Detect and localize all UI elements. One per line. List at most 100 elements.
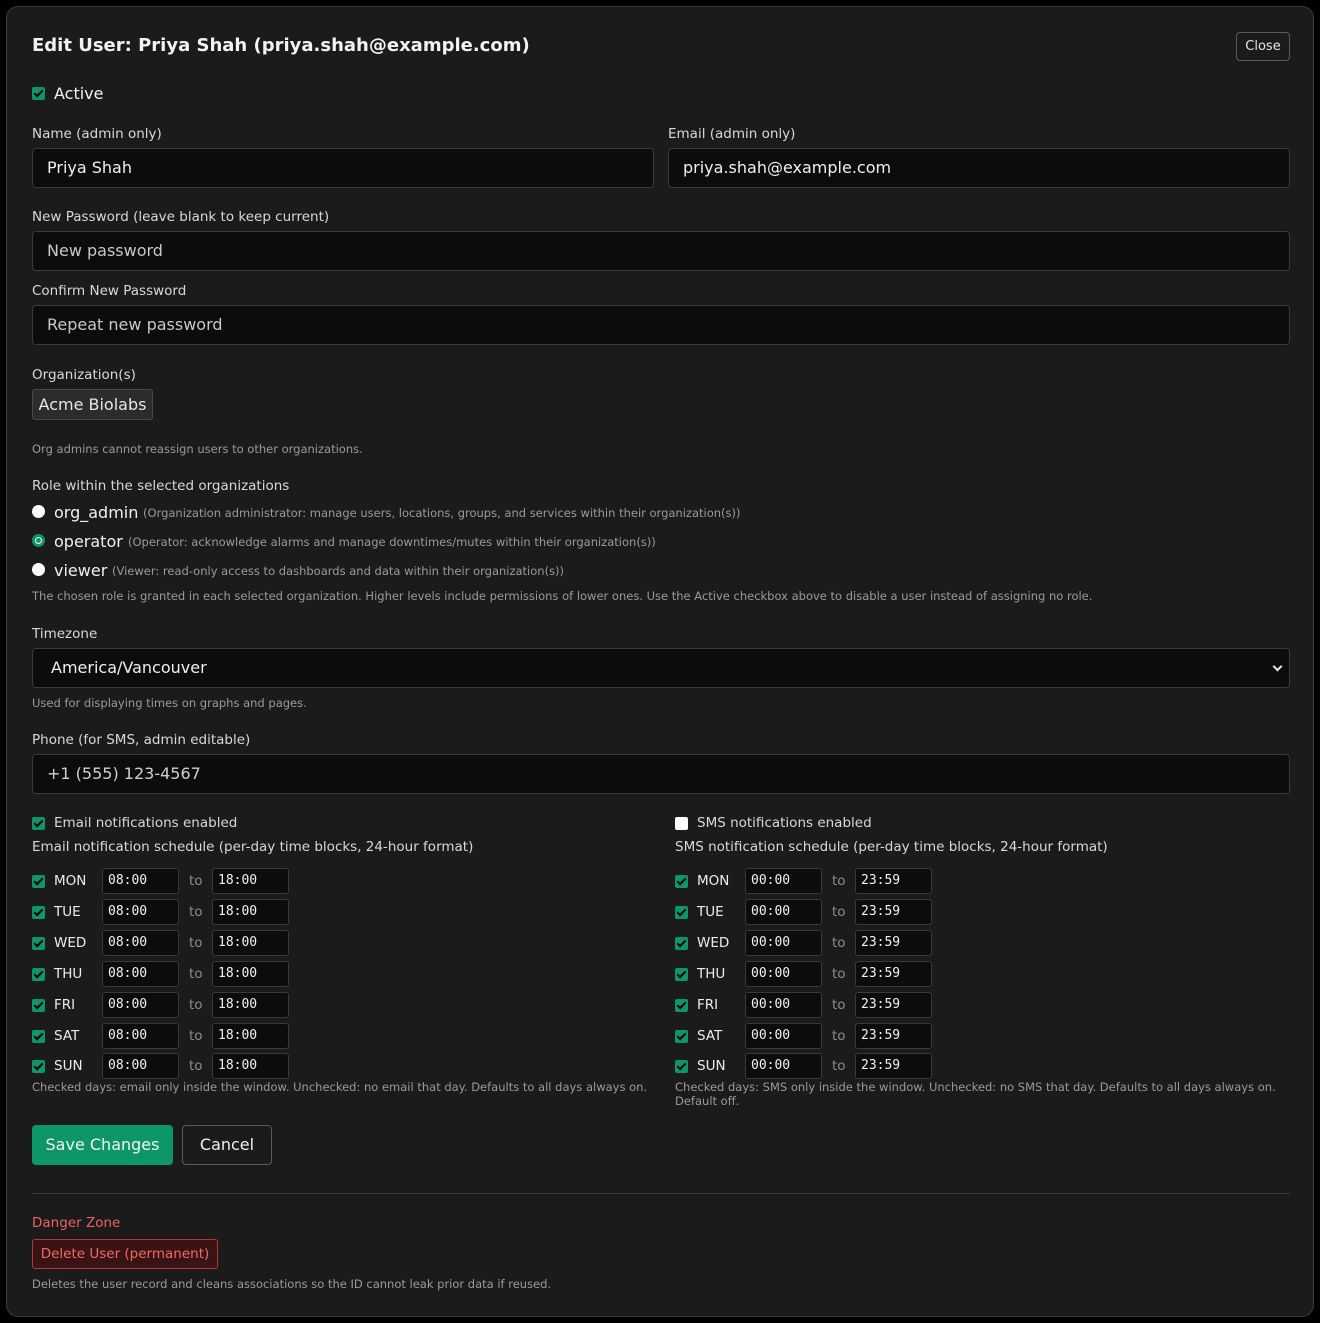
sms-to-label: to bbox=[832, 966, 846, 982]
email-day-label: THU bbox=[54, 966, 83, 982]
email-day-checkbox[interactable] bbox=[32, 999, 45, 1012]
email-notifications-checkbox[interactable] bbox=[32, 817, 45, 830]
email-from-time-input[interactable]: 08:00 bbox=[102, 930, 179, 956]
sms-from-time-input[interactable]: 00:00 bbox=[745, 1023, 822, 1049]
sms-to-label: to bbox=[832, 1028, 846, 1044]
sms-to-time-input[interactable]: 23:59 bbox=[855, 961, 932, 987]
active-label: Active bbox=[54, 84, 104, 103]
email-day-label: WED bbox=[54, 935, 87, 951]
sms-day-checkbox[interactable] bbox=[675, 875, 688, 888]
sms-from-time-input[interactable]: 00:00 bbox=[745, 1053, 822, 1079]
sms-day-checkbox[interactable] bbox=[675, 937, 688, 950]
sms-day-checkbox[interactable] bbox=[675, 1060, 688, 1073]
sms-from-time-input[interactable]: 00:00 bbox=[745, 899, 822, 925]
email-day-label: SUN bbox=[54, 1058, 83, 1074]
sms-to-label: to bbox=[832, 997, 846, 1013]
phone-input[interactable]: +1 (555) 123-4567 bbox=[32, 754, 1290, 794]
phone-label: Phone (for SMS, admin editable) bbox=[32, 732, 251, 748]
timezone-help: Used for displaying times on graphs and … bbox=[32, 696, 307, 710]
close-button[interactable]: Close bbox=[1236, 32, 1290, 61]
role-radio-operator[interactable] bbox=[32, 534, 45, 547]
sms-day-checkbox[interactable] bbox=[675, 1030, 688, 1043]
sms-from-time-input[interactable]: 00:00 bbox=[745, 868, 822, 894]
email-day-label: FRI bbox=[54, 997, 76, 1013]
email-day-checkbox[interactable] bbox=[32, 937, 45, 950]
sms-to-time-input[interactable]: 23:59 bbox=[855, 1023, 932, 1049]
email-notifications-label: Email notifications enabled bbox=[54, 815, 238, 831]
sms-from-time-input[interactable]: 00:00 bbox=[745, 992, 822, 1018]
email-day-checkbox[interactable] bbox=[32, 1030, 45, 1043]
sms-day-checkbox[interactable] bbox=[675, 968, 688, 981]
role-radio-org-admin[interactable] bbox=[32, 505, 45, 518]
email-schedule-label: Email notification schedule (per-day tim… bbox=[32, 839, 474, 855]
sms-to-time-input[interactable]: 23:59 bbox=[855, 930, 932, 956]
sms-day-checkbox[interactable] bbox=[675, 906, 688, 919]
email-day-checkbox[interactable] bbox=[32, 906, 45, 919]
sms-day-label: FRI bbox=[697, 997, 719, 1013]
delete-user-button[interactable]: Delete User (permanent) bbox=[32, 1239, 218, 1269]
email-from-time-input[interactable]: 08:00 bbox=[102, 1023, 179, 1049]
email-to-label: to bbox=[189, 873, 203, 889]
email-from-time-input[interactable]: 08:00 bbox=[102, 961, 179, 987]
email-day-checkbox[interactable] bbox=[32, 968, 45, 981]
sms-notifications-checkbox[interactable] bbox=[675, 817, 688, 830]
confirm-password-input[interactable]: Repeat new password bbox=[32, 305, 1290, 345]
email-to-time-input[interactable]: 18:00 bbox=[212, 961, 289, 987]
email-to-label: to bbox=[189, 1058, 203, 1074]
timezone-select[interactable]: America/Vancouver bbox=[32, 648, 1290, 688]
role-desc-viewer: (Viewer: read-only access to dashboards … bbox=[112, 564, 565, 578]
danger-zone-help: Deletes the user record and cleans assoc… bbox=[32, 1277, 552, 1291]
role-name-org-admin: org_admin bbox=[54, 503, 139, 522]
cancel-button[interactable]: Cancel bbox=[182, 1125, 272, 1165]
sms-day-checkbox[interactable] bbox=[675, 999, 688, 1012]
sms-day-label: SAT bbox=[697, 1028, 723, 1044]
email-to-label: to bbox=[189, 966, 203, 982]
organization-option[interactable]: Acme Biolabs bbox=[32, 389, 153, 420]
email-to-label: to bbox=[189, 904, 203, 920]
email-label: Email (admin only) bbox=[668, 126, 796, 142]
email-from-time-input[interactable]: 08:00 bbox=[102, 992, 179, 1018]
sms-to-time-input[interactable]: 23:59 bbox=[855, 1053, 932, 1079]
active-checkbox[interactable] bbox=[32, 87, 45, 100]
confirm-password-label: Confirm New Password bbox=[32, 283, 187, 299]
sms-schedule-label: SMS notification schedule (per-day time … bbox=[675, 839, 1108, 855]
sms-to-time-input[interactable]: 23:59 bbox=[855, 992, 932, 1018]
role-radio-viewer[interactable] bbox=[32, 563, 45, 576]
sms-to-time-input[interactable]: 23:59 bbox=[855, 868, 932, 894]
email-to-time-input[interactable]: 18:00 bbox=[212, 1053, 289, 1079]
email-to-label: to bbox=[189, 1028, 203, 1044]
organizations-label: Organization(s) bbox=[32, 367, 136, 383]
sms-day-label: THU bbox=[697, 966, 726, 982]
name-input[interactable]: Priya Shah bbox=[32, 148, 654, 188]
email-day-checkbox[interactable] bbox=[32, 1060, 45, 1073]
email-to-time-input[interactable]: 18:00 bbox=[212, 930, 289, 956]
role-desc-org-admin: (Organization administrator: manage user… bbox=[143, 506, 741, 520]
new-password-label: New Password (leave blank to keep curren… bbox=[32, 209, 330, 225]
sms-from-time-input[interactable]: 00:00 bbox=[745, 930, 822, 956]
timezone-value: America/Vancouver bbox=[51, 658, 207, 677]
email-to-time-input[interactable]: 18:00 bbox=[212, 868, 289, 894]
sms-from-time-input[interactable]: 00:00 bbox=[745, 961, 822, 987]
email-from-time-input[interactable]: 08:00 bbox=[102, 899, 179, 925]
sms-notifications-label: SMS notifications enabled bbox=[697, 815, 872, 831]
sms-schedule-help: Checked days: SMS only inside the window… bbox=[675, 1080, 1276, 1108]
email-from-time-input[interactable]: 08:00 bbox=[102, 1053, 179, 1079]
chevron-down-icon bbox=[1272, 661, 1283, 672]
email-to-time-input[interactable]: 18:00 bbox=[212, 1023, 289, 1049]
email-to-time-input[interactable]: 18:00 bbox=[212, 899, 289, 925]
danger-zone-title: Danger Zone bbox=[32, 1215, 121, 1231]
email-to-label: to bbox=[189, 997, 203, 1013]
sms-to-label: to bbox=[832, 1058, 846, 1074]
email-schedule-help: Checked days: email only inside the wind… bbox=[32, 1080, 648, 1094]
email-input[interactable]: priya.shah@example.com bbox=[668, 148, 1290, 188]
email-to-time-input[interactable]: 18:00 bbox=[212, 992, 289, 1018]
sms-day-label: WED bbox=[697, 935, 730, 951]
role-label: Role within the selected organizations bbox=[32, 478, 290, 494]
role-desc-operator: (Operator: acknowledge alarms and manage… bbox=[128, 535, 656, 549]
email-day-checkbox[interactable] bbox=[32, 875, 45, 888]
sms-day-label: SUN bbox=[697, 1058, 726, 1074]
new-password-input[interactable]: New password bbox=[32, 231, 1290, 271]
email-from-time-input[interactable]: 08:00 bbox=[102, 868, 179, 894]
save-changes-button[interactable]: Save Changes bbox=[32, 1125, 173, 1165]
sms-to-time-input[interactable]: 23:59 bbox=[855, 899, 932, 925]
